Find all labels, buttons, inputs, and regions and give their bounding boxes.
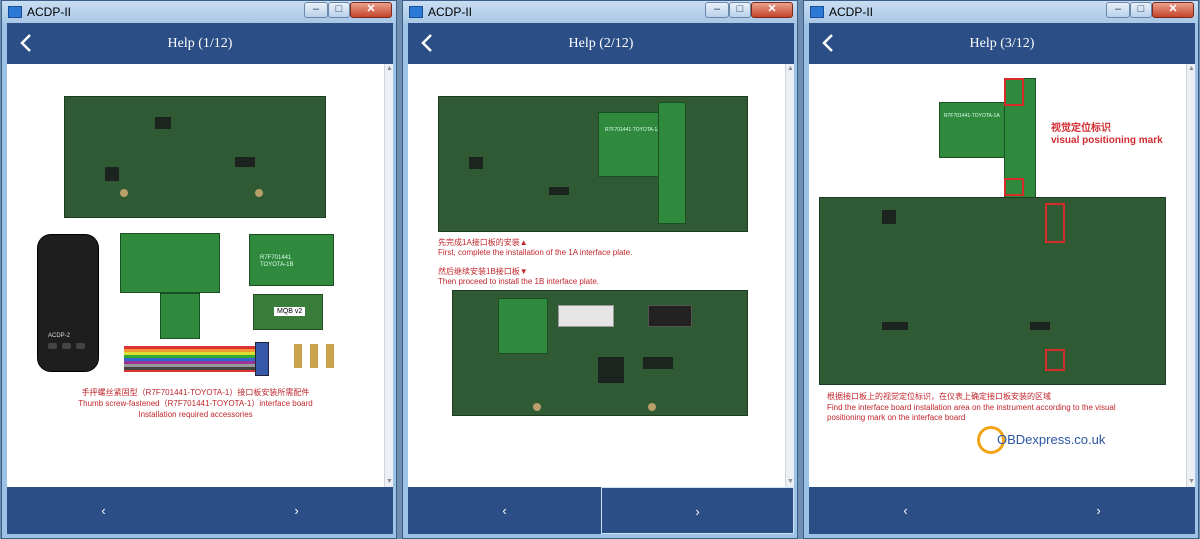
positioning-mark-highlight (1004, 178, 1024, 196)
caption-cn: 根据接口板上的视觉定位标识，在仪表上确定接口板安装的区域 (827, 392, 1051, 401)
next-page-button[interactable]: › (601, 487, 794, 534)
close-button[interactable]: ✕ (350, 2, 392, 18)
instrument-pcb-1b-image (452, 290, 748, 416)
prev-page-button[interactable]: ‹ (809, 487, 1002, 534)
minimize-button[interactable]: – (1106, 2, 1130, 18)
board-b-label: R7F701441 TOYOTA-1B (260, 255, 294, 268)
help-content: R7F701441-TOYOTA-1A 视觉定位标识 visual positi… (809, 64, 1186, 487)
window-title: ACDP-II (27, 5, 72, 19)
prev-page-button[interactable]: ‹ (408, 487, 601, 534)
window-title: ACDP-II (829, 5, 874, 19)
page-footer: ‹ › (7, 487, 393, 534)
scroll-up-icon[interactable]: ▲ (787, 65, 794, 73)
page-title: Help (3/12) (969, 36, 1035, 51)
mqb-label: MQB v2 (274, 307, 306, 316)
scroll-up-icon[interactable]: ▲ (386, 65, 393, 73)
acdp-device-image: ACDP-2 (37, 234, 99, 372)
title-bar[interactable]: ACDP-II – □ ✕ (804, 1, 1198, 23)
caption-en-1: Thumb screw-fastened（R7F701441-TOYOTA-1）… (78, 399, 313, 408)
pcb-mark-highlight (1045, 203, 1065, 243)
minimize-button[interactable]: – (304, 2, 328, 18)
caption-step2-en: Then proceed to install the 1B interface… (438, 277, 599, 286)
caption-cn: 手抨螺丝紧固型（R7F701441-TOYOTA-1）接口板安装所需配件 (81, 388, 310, 397)
page-title: Help (2/12) (568, 36, 634, 51)
title-bar[interactable]: ACDP-II – □ ✕ (2, 1, 396, 23)
maximize-button[interactable]: □ (1130, 2, 1152, 18)
window-help-3: ACDP-II – □ ✕ Help (3/12) R7F701441-TOYO… (803, 0, 1199, 539)
board-1a-label: R7F701441-TOYOTA-1A (605, 127, 661, 133)
maximize-button[interactable]: □ (328, 2, 350, 18)
vertical-scrollbar[interactable]: ▲ ▼ (384, 64, 393, 487)
app-icon (409, 6, 423, 18)
close-button[interactable]: ✕ (751, 2, 793, 18)
title-bar[interactable]: ACDP-II – □ ✕ (403, 1, 797, 23)
ribbon-cable-image (124, 346, 264, 372)
thumb-screw-image (294, 344, 302, 368)
interface-board-b-image: R7F701441 TOYOTA-1B (249, 234, 334, 286)
window-help-2: ACDP-II – □ ✕ Help (2/12) R7F701441-TOYO… (402, 0, 798, 539)
interface-board-a-image (120, 233, 220, 293)
mark-label-en: visual positioning mark (1051, 135, 1163, 146)
cable-connector-image (255, 342, 269, 376)
app-icon (810, 6, 824, 18)
minimize-button[interactable]: – (705, 2, 729, 18)
prev-page-button[interactable]: ‹ (7, 487, 200, 534)
watermark-text: OBDexpress.co.uk (997, 432, 1106, 447)
vertical-scrollbar[interactable]: ▲ ▼ (1186, 64, 1195, 487)
caption-step1-en: First, complete the installation of the … (438, 248, 633, 257)
interface-board-1b-image (498, 298, 548, 354)
page-header: Help (1/12) (7, 23, 393, 64)
page-header: Help (3/12) (809, 23, 1195, 64)
page-title: Help (1/12) (167, 36, 233, 51)
page-header: Help (2/12) (408, 23, 794, 64)
help-content: ACDP-2 R7F701441 TOYOTA-1B MQB v2 手抨螺丝紧固… (7, 64, 384, 487)
page-footer: ‹ › (809, 487, 1195, 534)
close-button[interactable]: ✕ (1152, 2, 1194, 18)
pcb-mark-highlight (1045, 349, 1065, 371)
interface-board-1a-strip-image (658, 102, 686, 224)
thumb-screw-image (310, 344, 318, 368)
positioning-mark-highlight (1004, 78, 1024, 106)
window-title: ACDP-II (428, 5, 473, 19)
app-icon (8, 6, 22, 18)
interface-board-a-tail-image (160, 293, 200, 339)
scroll-down-icon[interactable]: ▼ (787, 478, 794, 486)
instrument-pcb-1a-image (438, 96, 748, 232)
page-footer: ‹ › (408, 487, 794, 534)
scroll-down-icon[interactable]: ▼ (386, 478, 393, 486)
scroll-up-icon[interactable]: ▲ (1188, 65, 1195, 73)
next-page-button[interactable]: › (1002, 487, 1195, 534)
instrument-pcb-image (819, 197, 1166, 385)
help-content: R7F701441-TOYOTA-1A 先完成1A接口板的安装▲ First, … (408, 64, 785, 487)
mqb-adapter-image: MQB v2 (253, 294, 323, 330)
device-brand-label: ACDP-2 (48, 333, 71, 339)
window-help-1: ACDP-II – □ ✕ Help (1/12) ACDP-2 R7F7014… (1, 0, 397, 539)
caption-en-2: positioning mark on the interface board (827, 413, 966, 422)
maximize-button[interactable]: □ (729, 2, 751, 18)
thumb-screw-image (326, 344, 334, 368)
caption-en-2: Installation required accessories (138, 410, 253, 419)
instrument-pcb-image (64, 96, 326, 218)
scroll-down-icon[interactable]: ▼ (1188, 478, 1195, 486)
vertical-scrollbar[interactable]: ▲ ▼ (785, 64, 794, 487)
next-page-button[interactable]: › (200, 487, 393, 534)
